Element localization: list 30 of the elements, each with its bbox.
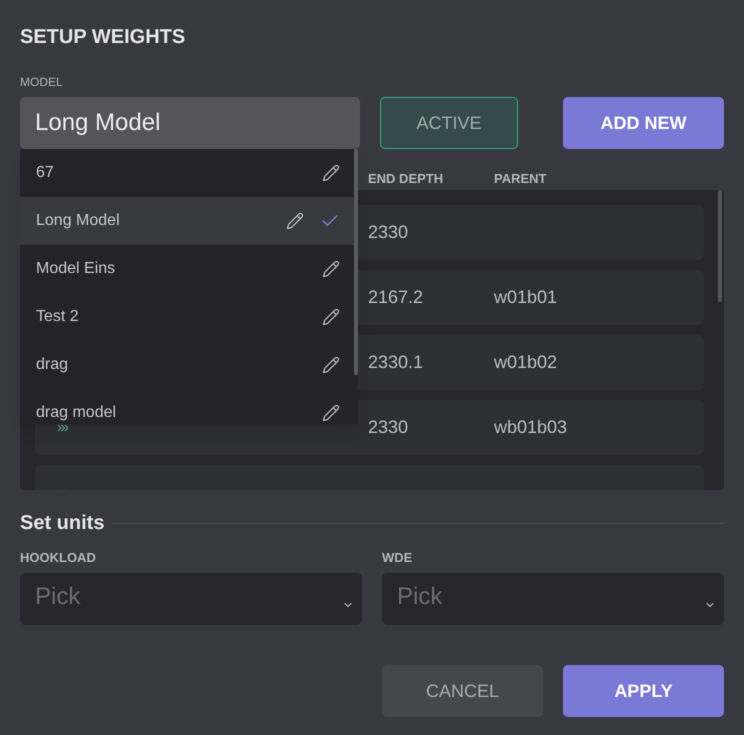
cancel-button[interactable]: CANCEL (382, 665, 543, 717)
pencil-icon[interactable] (322, 164, 340, 182)
field-label: MODEL (20, 74, 63, 90)
dropdown-item[interactable]: drag (20, 341, 358, 389)
table-cell: wb01b03 (494, 417, 568, 437)
field-label: HOOKLOAD (20, 550, 96, 566)
scrollbar[interactable] (718, 190, 722, 302)
active-toggle[interactable]: ACTIVE (380, 97, 518, 149)
model-select[interactable]: Long Model (20, 97, 360, 149)
column-header: END DEPTH (368, 170, 444, 188)
scrollbar[interactable] (354, 149, 358, 375)
field-label: WDE (382, 550, 412, 566)
table-cell: w01b02 (494, 352, 558, 372)
dropdown-item[interactable]: drag model (20, 389, 358, 424)
pencil-icon[interactable] (322, 308, 340, 326)
pencil-icon[interactable] (322, 404, 340, 422)
add-new-button[interactable]: ADD NEW (563, 97, 724, 149)
table-cell: 2167.2 (368, 287, 424, 307)
dropdown-item[interactable]: 67 (20, 149, 358, 197)
pencil-icon[interactable] (286, 212, 304, 230)
table-cell: w01b01 (494, 287, 558, 307)
dialog-title: SETUP WEIGHTS (20, 25, 186, 49)
apply-button[interactable]: APPLY (563, 665, 724, 717)
table-cell: 2330 (368, 222, 408, 242)
column-header: PARENT (494, 170, 546, 188)
pencil-icon[interactable] (322, 260, 340, 278)
section-title: Set units (20, 511, 104, 535)
pencil-icon[interactable] (322, 356, 340, 374)
table-cell: 2330 (368, 417, 408, 437)
table-cell: 2330.1 (368, 352, 424, 372)
